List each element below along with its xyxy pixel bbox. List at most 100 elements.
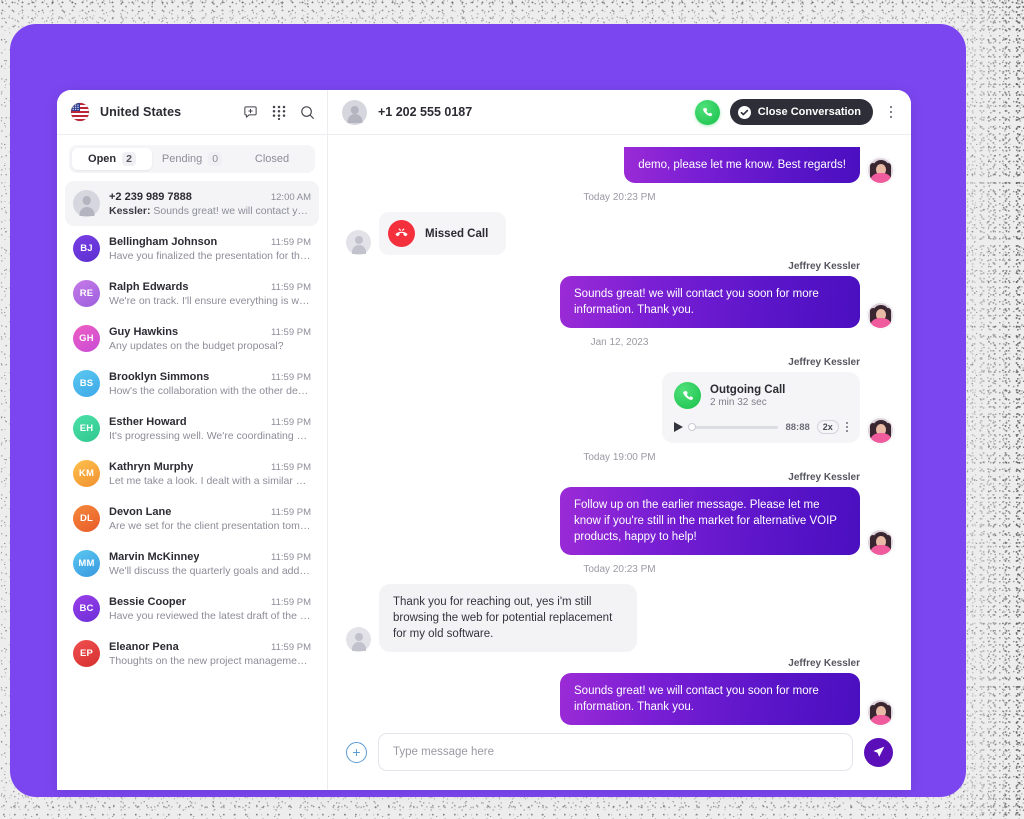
conversation-item-body: Bellingham Johnson 11:59 PM Have you final…	[109, 236, 311, 262]
tab-pending[interactable]: Pending 0	[152, 148, 232, 170]
conversation-preview: We'll discuss the quarterly goals and ad…	[109, 564, 311, 577]
conversation-item-body: Esther Howard 11:59 PM It's progressing we…	[109, 416, 311, 442]
conversation-timestamp: 11:59 PM	[271, 281, 311, 293]
conversation-timestamp: 11:59 PM	[271, 236, 311, 248]
close-conversation-label: Close Conversation	[757, 106, 861, 118]
audio-timecode: 88:88	[785, 421, 810, 433]
avatar-initials: GH	[79, 333, 94, 344]
conversation-item-top: Guy Hawkins 11:59 PM	[109, 326, 311, 338]
country-label: United States	[100, 105, 182, 119]
kebab-menu-icon[interactable]	[883, 105, 899, 119]
call-recording-card: Outgoing Call 2 min 32 sec 88:88 2x	[662, 372, 860, 443]
call-card-header: Outgoing Call 2 min 32 sec	[674, 382, 848, 409]
conversation-name: Marvin McKinney	[109, 550, 200, 563]
message-bubble: demo, please let me know. Best regards!	[624, 147, 860, 183]
conversation-preview: Are we set for the client presentation t…	[109, 519, 311, 532]
conversation-name: +2 239 989 7888	[109, 190, 192, 203]
conversation-item-body: Eleanor Pena 11:59 PM Thoughts on the new …	[109, 641, 311, 667]
conversation-list-item[interactable]: BS Brooklyn Simmons 11:59 PM How's the coll…	[65, 361, 319, 406]
avatar: BC	[73, 595, 100, 622]
conversation-item-top: Marvin McKinney 11:59 PM	[109, 551, 311, 563]
date-separator: Jan 12, 2023	[590, 337, 649, 348]
message-group: Missed Call	[379, 212, 507, 255]
new-message-icon[interactable]	[243, 105, 258, 120]
dialpad-icon[interactable]	[272, 105, 286, 120]
conversation-list-item[interactable]: MM Marvin McKinney 11:59 PM We'll discuss t…	[65, 541, 319, 586]
tab-closed[interactable]: Closed	[232, 148, 312, 170]
conversation-name: Ralph Edwards	[109, 280, 189, 293]
conversation-list-item[interactable]: KM Kathryn Murphy 11:59 PM Let me take a lo…	[65, 451, 319, 496]
play-button[interactable]	[674, 422, 683, 432]
conversation-item-top: Kathryn Murphy 11:59 PM	[109, 461, 311, 473]
sidebar-header-icons	[243, 105, 315, 120]
message-group: demo, please let me know. Best regards!	[624, 147, 860, 183]
conversation-list-item[interactable]: EH Esther Howard 11:59 PM It's progressing …	[65, 406, 319, 451]
audio-more-menu-icon[interactable]	[845, 421, 848, 433]
conversation-timestamp: 11:59 PM	[271, 326, 311, 338]
agent-avatar	[868, 530, 893, 555]
conversation-list-item[interactable]: EP Eleanor Pena 11:59 PM Thoughts on the ne…	[65, 631, 319, 676]
conversation-list[interactable]: +2 239 989 7888 12:00 AM Kessler: Sounds g…	[57, 179, 327, 790]
call-button[interactable]	[694, 99, 720, 125]
conversation-item-top: Eleanor Pena 11:59 PM	[109, 641, 311, 653]
message-thread[interactable]: demo, please let me know. Best regards! T…	[328, 135, 911, 728]
conversation-timestamp: 11:59 PM	[271, 596, 311, 608]
conversation-preview: It's progressing well. We're coordinatin…	[109, 429, 311, 442]
message-row: Jeffrey Kessler Follow up on the earlier …	[346, 472, 893, 555]
audio-progress-slider[interactable]	[688, 423, 779, 431]
conversation-preview: Thoughts on the new project management t…	[109, 654, 311, 667]
conversation-list-item[interactable]: RE Ralph Edwards 11:59 PM We're on track. I…	[65, 271, 319, 316]
conversation-item-body: Marvin McKinney 11:59 PM We'll discuss the…	[109, 551, 311, 577]
conversation-timestamp: 12:00 AM	[270, 191, 311, 203]
conversation-list-item[interactable]: +2 239 989 7888 12:00 AM Kessler: Sounds g…	[65, 181, 319, 226]
conversation-item-body: Kathryn Murphy 11:59 PM Let me take a look…	[109, 461, 311, 487]
message-sender-name: Jeffrey Kessler	[788, 261, 860, 272]
conversation-filter-tabs: Open 2 Pending 0 Closed	[57, 135, 327, 179]
conversation-list-item[interactable]: BJ Bellingham Johnson 11:59 PM Have you fin…	[65, 226, 319, 271]
avatar-initials: BJ	[80, 243, 93, 254]
message-row: Jeffrey Kessler Sounds great! we will con…	[346, 658, 893, 725]
message-bubble: Sounds great! we will contact you soon f…	[560, 673, 860, 725]
conversation-item-top: Esther Howard 11:59 PM	[109, 416, 311, 428]
conversation-list-item[interactable]: DL Devon Lane 11:59 PM Are we set for the c…	[65, 496, 319, 541]
tab-open[interactable]: Open 2	[72, 148, 152, 170]
conversation-list-item[interactable]: BC Bessie Cooper 11:59 PM Have you reviewed…	[65, 586, 319, 631]
avatar: RE	[73, 280, 100, 307]
tab-count-badge: 2	[122, 152, 136, 166]
sidebar-header: United States	[57, 90, 327, 135]
plus-circle-icon[interactable]: +	[346, 741, 367, 763]
avatar-initials: MM	[78, 558, 95, 569]
message-input[interactable]	[378, 733, 853, 771]
conversation-timestamp: 11:59 PM	[271, 416, 311, 428]
conversation-item-body: Brooklyn Simmons 11:59 PM How's the collab…	[109, 371, 311, 397]
avatar: BJ	[73, 235, 100, 262]
conversation-name: Brooklyn Simmons	[109, 370, 210, 383]
message-row: demo, please let me know. Best regards!	[346, 147, 893, 183]
conversation-item-top: +2 239 989 7888 12:00 AM	[109, 191, 311, 203]
search-icon[interactable]	[300, 105, 315, 120]
conversation-preview: Any updates on the budget proposal?	[109, 339, 284, 352]
close-conversation-button[interactable]: Close Conversation	[729, 99, 873, 125]
peer-phone-number: +1 202 555 0187	[378, 105, 473, 119]
conversation-preview-sender: Kessler:	[109, 204, 151, 217]
conversation-preview: We're on track. I'll ensure everything i…	[109, 294, 311, 307]
conversation-preview: Have you finalized the presentation for …	[109, 249, 311, 262]
message-group: Jeffrey Kessler Sounds great! we will con…	[560, 261, 860, 328]
conversation-item-top: Bellingham Johnson 11:59 PM	[109, 236, 311, 248]
chat-header: +1 202 555 0187 Close Conversation	[328, 90, 911, 135]
tab-label: Closed	[254, 153, 290, 165]
agent-avatar	[868, 418, 893, 443]
audio-progress-knob[interactable]	[688, 423, 696, 431]
message-group: Jeffrey Kessler Sounds great! we will con…	[560, 658, 860, 725]
conversation-item-top: Ralph Edwards 11:59 PM	[109, 281, 311, 293]
conversation-item-body: Bessie Cooper 11:59 PM Have you reviewed t…	[109, 596, 311, 622]
conversation-name: Esther Howard	[109, 415, 187, 428]
call-title: Outgoing Call	[710, 383, 786, 396]
avatar-initials: RE	[79, 288, 94, 299]
send-button[interactable]	[864, 737, 893, 767]
playback-speed-button[interactable]: 2x	[816, 420, 839, 434]
conversation-timestamp: 11:59 PM	[271, 371, 311, 383]
conversation-list-item[interactable]: GH Guy Hawkins 11:59 PM Any updates on the …	[65, 316, 319, 361]
messaging-app-window: United States Open 2 Pending 0 Closed +2…	[57, 90, 911, 790]
message-bubble: Follow up on the earlier message. Please…	[560, 487, 860, 555]
